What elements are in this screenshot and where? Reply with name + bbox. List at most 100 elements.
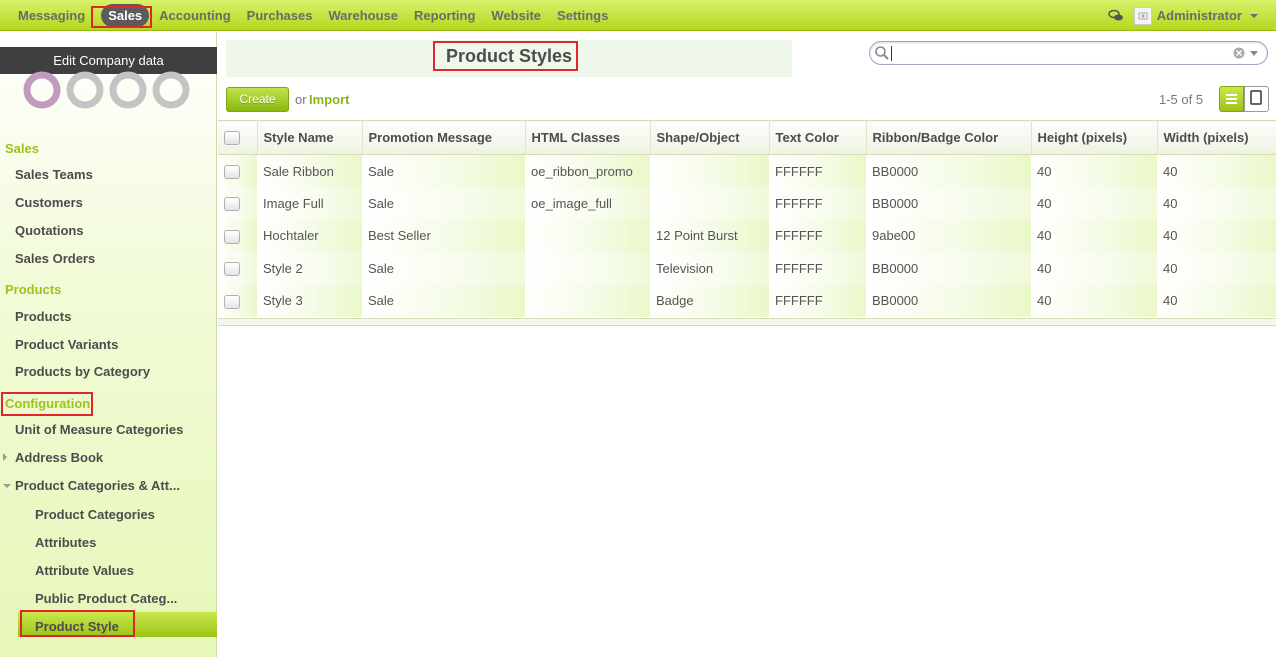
cell-promotion-message[interactable]: Sale	[362, 252, 525, 285]
sidebar-item-customers[interactable]: Customers	[15, 195, 83, 210]
cell-shape-object[interactable]	[650, 187, 769, 220]
cell-width[interactable]: 40	[1157, 252, 1276, 285]
row-checkbox[interactable]	[224, 294, 240, 309]
row-checkbox[interactable]	[224, 164, 240, 179]
cell-height[interactable]: 40	[1031, 187, 1157, 220]
expand-down-icon[interactable]	[3, 484, 11, 488]
cell-promotion-message[interactable]: Best Seller	[362, 219, 525, 252]
cell-width[interactable]: 40	[1157, 284, 1276, 317]
table-row[interactable]: Style 2 Sale Television FFFFFF BB0000 40…	[218, 252, 1276, 285]
cell-html-classes[interactable]	[525, 252, 650, 285]
row-checkbox[interactable]	[224, 262, 240, 277]
search-input[interactable]	[869, 41, 1268, 65]
sidebar-item-product-categories-attributes[interactable]: Product Categories & Att...	[15, 478, 180, 493]
row-checkbox[interactable]	[224, 197, 240, 212]
sidebar-item-address-book[interactable]: Address Book	[15, 450, 103, 465]
row-checkbox-cell[interactable]	[218, 187, 257, 220]
cell-height[interactable]: 40	[1031, 284, 1157, 317]
company-logo[interactable]	[22, 70, 192, 110]
cell-style-name[interactable]: Sale Ribbon	[257, 154, 362, 187]
menu-messaging[interactable]: Messaging	[10, 0, 93, 31]
col-height[interactable]: Height (pixels)	[1031, 120, 1158, 155]
cell-shape-object[interactable]	[650, 154, 769, 187]
cell-ribbon-color[interactable]: BB0000	[866, 284, 1031, 317]
sidebar-item-uom-categories[interactable]: Unit of Measure Categories	[15, 422, 183, 437]
menu-sales[interactable]: Sales	[93, 0, 157, 31]
menu-website[interactable]: Website	[483, 0, 549, 31]
cell-width[interactable]: 40	[1157, 154, 1276, 187]
cell-height[interactable]: 40	[1031, 219, 1157, 252]
col-html-classes[interactable]: HTML Classes	[525, 120, 651, 155]
menu-reporting[interactable]: Reporting	[406, 0, 483, 31]
cell-shape-object[interactable]: 12 Point Burst	[650, 219, 769, 252]
menu-accounting[interactable]: Accounting	[157, 0, 239, 31]
row-checkbox-cell[interactable]	[218, 219, 257, 252]
cell-ribbon-color[interactable]: BB0000	[866, 252, 1031, 285]
cell-promotion-message[interactable]: Sale	[362, 284, 525, 317]
sidebar-item-attribute-values[interactable]: Attribute Values	[35, 563, 134, 578]
table-row[interactable]: Image Full Sale oe_image_full FFFFFF BB0…	[218, 187, 1276, 220]
table-row[interactable]: Style 3 Sale Badge FFFFFF BB0000 40 40	[218, 284, 1276, 317]
row-checkbox[interactable]	[224, 229, 240, 244]
col-ribbon-badge-color[interactable]: Ribbon/Badge Color	[866, 120, 1032, 155]
cell-shape-object[interactable]: Television	[650, 252, 769, 285]
cell-ribbon-color[interactable]: 9abe00	[866, 219, 1031, 252]
menu-settings[interactable]: Settings	[549, 0, 616, 31]
clear-icon[interactable]	[1233, 47, 1245, 62]
cell-width[interactable]: 40	[1157, 219, 1276, 252]
cell-text-color[interactable]: FFFFFF	[769, 284, 866, 317]
list-view-button[interactable]	[1219, 86, 1244, 112]
sidebar-item-public-product-categories[interactable]: Public Product Categ...	[35, 591, 177, 606]
user-menu[interactable]: Administrator	[1133, 6, 1258, 25]
cell-width[interactable]: 40	[1157, 187, 1276, 220]
row-checkbox-cell[interactable]	[218, 154, 257, 187]
cell-html-classes[interactable]: oe_ribbon_promo	[525, 154, 650, 187]
cell-style-name[interactable]: Style 3	[257, 284, 362, 317]
cell-html-classes[interactable]: oe_image_full	[525, 187, 650, 220]
col-text-color[interactable]: Text Color	[769, 120, 867, 155]
table-row[interactable]: Hochtaler Best Seller 12 Point Burst FFF…	[218, 219, 1276, 252]
sidebar-item-products-by-category[interactable]: Products by Category	[15, 364, 150, 379]
cell-height[interactable]: 40	[1031, 252, 1157, 285]
col-promotion-message[interactable]: Promotion Message	[362, 120, 526, 155]
kanban-view-button[interactable]	[1244, 86, 1269, 112]
sidebar-item-product-style[interactable]: Product Style	[35, 619, 119, 634]
cell-html-classes[interactable]	[525, 284, 650, 317]
chat-icon[interactable]	[1108, 9, 1124, 23]
cell-height[interactable]: 40	[1031, 154, 1157, 187]
table-row[interactable]: Sale Ribbon Sale oe_ribbon_promo FFFFFF …	[218, 154, 1276, 187]
sidebar-item-sales-orders[interactable]: Sales Orders	[15, 251, 95, 266]
pager-value[interactable]: 1-5 of 5	[1159, 92, 1203, 107]
sidebar-item-products[interactable]: Products	[15, 309, 71, 324]
sidebar-item-sales-teams[interactable]: Sales Teams	[15, 167, 93, 182]
row-checkbox-cell[interactable]	[218, 284, 257, 317]
select-all-checkbox[interactable]	[224, 131, 240, 146]
select-all-checkbox-cell[interactable]	[218, 120, 258, 155]
cell-promotion-message[interactable]: Sale	[362, 187, 525, 220]
import-link[interactable]: Import	[309, 92, 349, 107]
sidebar-item-quotations[interactable]: Quotations	[15, 223, 84, 238]
sidebar-item-product-variants[interactable]: Product Variants	[15, 337, 118, 352]
cell-text-color[interactable]: FFFFFF	[769, 154, 866, 187]
create-button[interactable]: Create	[226, 87, 289, 112]
sidebar-item-attributes[interactable]: Attributes	[35, 535, 96, 550]
cell-html-classes[interactable]	[525, 219, 650, 252]
cell-ribbon-color[interactable]: BB0000	[866, 187, 1031, 220]
cell-text-color[interactable]: FFFFFF	[769, 187, 866, 220]
sidebar-item-product-categories[interactable]: Product Categories	[35, 507, 155, 522]
cell-text-color[interactable]: FFFFFF	[769, 219, 866, 252]
search-options-dropdown-icon[interactable]	[1250, 51, 1258, 56]
cell-ribbon-color[interactable]: BB0000	[866, 154, 1031, 187]
cell-style-name[interactable]: Style 2	[257, 252, 362, 285]
cell-style-name[interactable]: Image Full	[257, 187, 362, 220]
cell-style-name[interactable]: Hochtaler	[257, 219, 362, 252]
menu-warehouse[interactable]: Warehouse	[320, 0, 406, 31]
row-checkbox-cell[interactable]	[218, 252, 257, 285]
cell-shape-object[interactable]: Badge	[650, 284, 769, 317]
col-shape-object[interactable]: Shape/Object	[650, 120, 770, 155]
col-style-name[interactable]: Style Name	[257, 120, 363, 155]
cell-promotion-message[interactable]: Sale	[362, 154, 525, 187]
cell-text-color[interactable]: FFFFFF	[769, 252, 866, 285]
menu-purchases[interactable]: Purchases	[239, 0, 321, 31]
col-width[interactable]: Width (pixels)	[1157, 120, 1276, 155]
